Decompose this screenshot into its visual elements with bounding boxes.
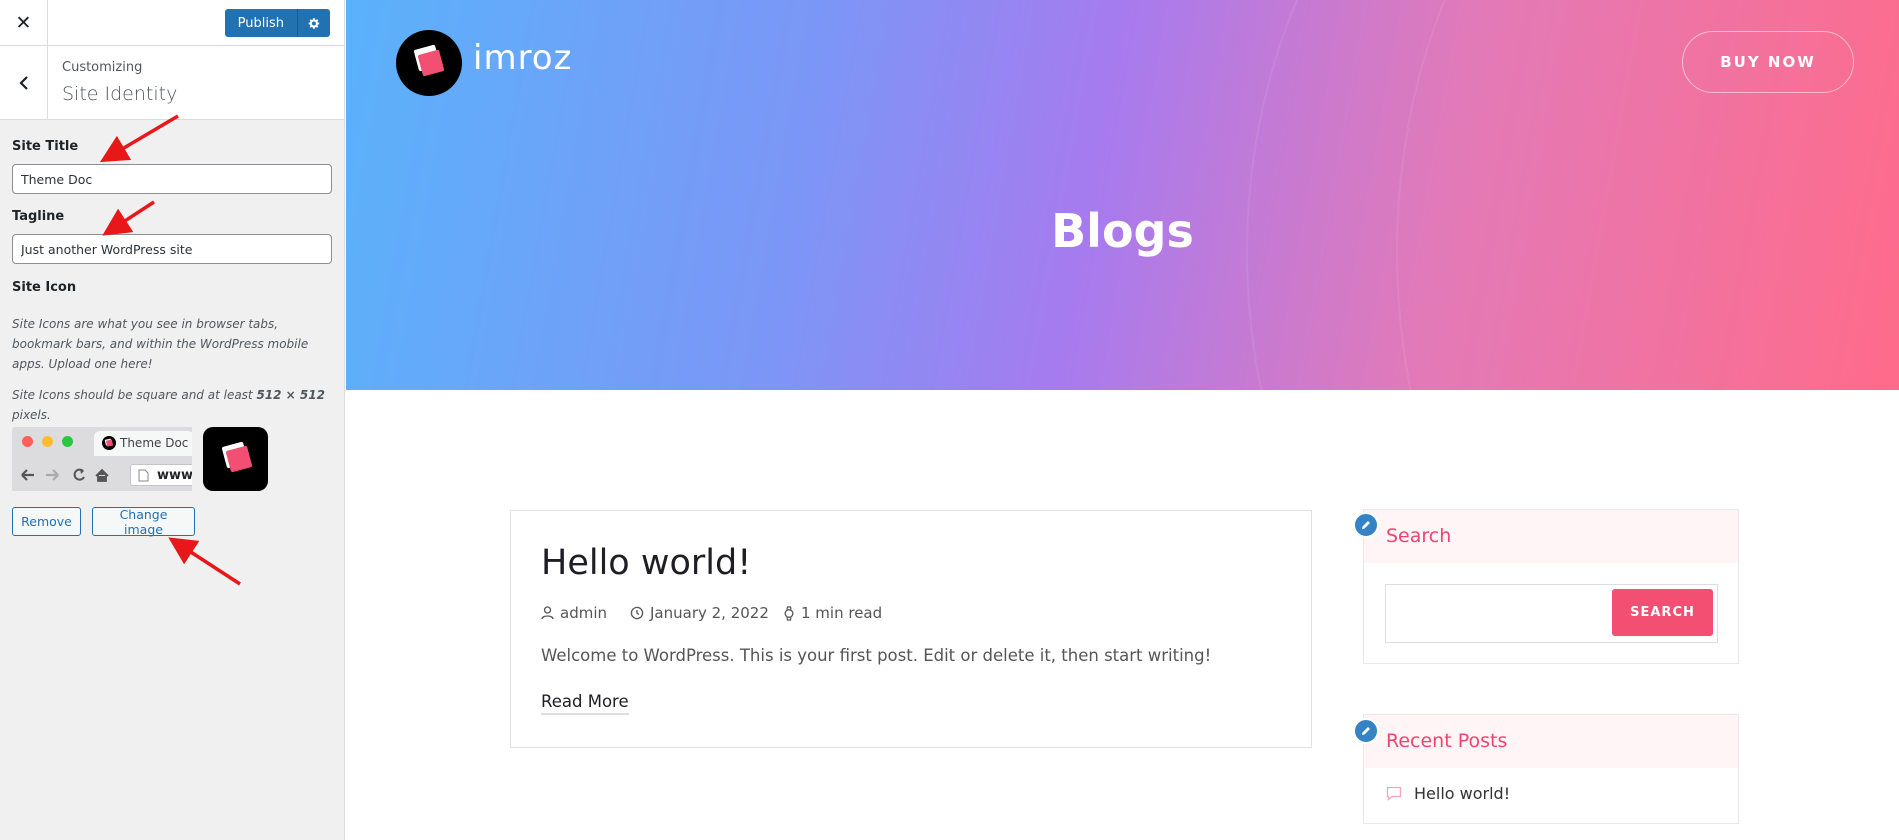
- post-date[interactable]: January 2, 2022: [630, 604, 769, 622]
- search-widget-header: Search: [1364, 510, 1738, 563]
- post-title[interactable]: Hello world!: [541, 543, 751, 583]
- search-widget-title: Search: [1386, 525, 1452, 547]
- recent-posts-title: Recent Posts: [1386, 730, 1508, 752]
- search-input[interactable]: [1386, 585, 1610, 644]
- post-card: Hello world! admin January 2, 2022 1 min…: [510, 510, 1312, 748]
- buy-now-button[interactable]: BUY NOW: [1682, 31, 1854, 93]
- pencil-icon: [1362, 521, 1370, 529]
- clock-icon: [630, 606, 644, 620]
- site-name[interactable]: imroz: [473, 38, 572, 78]
- edit-shortcut-button[interactable]: [1353, 718, 1379, 744]
- user-icon: [541, 606, 554, 620]
- post-read-time: 1 min read: [783, 604, 882, 622]
- arrow-change-image: [168, 537, 241, 586]
- recent-post-item[interactable]: Hello world!: [1386, 784, 1510, 803]
- arrow-site-title: [99, 114, 179, 163]
- page-title: Blogs: [1051, 204, 1194, 258]
- comment-icon: [1386, 786, 1402, 801]
- post-author[interactable]: admin: [541, 604, 607, 622]
- hero-banner: imroz BUY NOW Blogs: [346, 0, 1899, 390]
- read-more-link[interactable]: Read More: [541, 692, 629, 715]
- site-logo-icon: [413, 44, 445, 77]
- search-form: SEARCH: [1385, 584, 1718, 644]
- annotation-arrows: [99, 114, 241, 586]
- recent-posts-widget: Recent Posts Hello world!: [1363, 714, 1739, 824]
- search-button[interactable]: SEARCH: [1612, 589, 1713, 636]
- post-author-text: admin: [560, 604, 607, 622]
- recent-posts-header: Recent Posts: [1364, 715, 1738, 768]
- post-date-text: January 2, 2022: [650, 604, 769, 622]
- pencil-icon: [1362, 727, 1370, 735]
- arrow-tagline: [102, 200, 155, 236]
- post-excerpt: Welcome to WordPress. This is your first…: [541, 646, 1212, 665]
- site-logo[interactable]: [396, 30, 462, 96]
- edit-shortcut-button[interactable]: [1353, 512, 1379, 538]
- recent-post-title: Hello world!: [1414, 784, 1511, 803]
- search-widget: Search SEARCH: [1363, 509, 1739, 664]
- watch-icon: [784, 605, 794, 621]
- post-read-time-text: 1 min read: [801, 604, 883, 622]
